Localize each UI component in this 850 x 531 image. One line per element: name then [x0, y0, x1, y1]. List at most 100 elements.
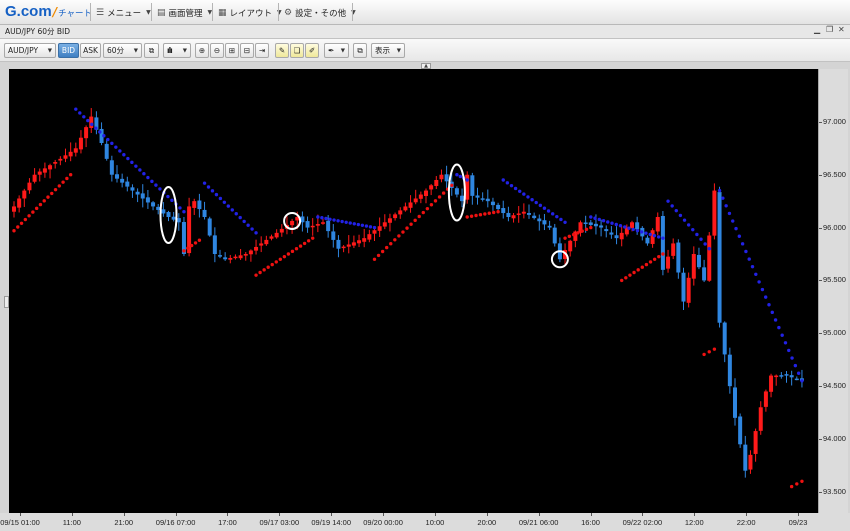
candle-body — [130, 187, 135, 191]
menu-divider — [212, 3, 213, 21]
candle-body — [248, 250, 253, 255]
split-layout-button[interactable]: ⊞ — [225, 43, 239, 58]
candle-body — [480, 198, 485, 200]
parabolic-sar-dot — [437, 195, 442, 199]
gcom-chart-logo[interactable]: G.com / チャート — [5, 3, 92, 21]
candle-body — [233, 256, 238, 259]
bid-toggle[interactable]: BID — [58, 43, 79, 58]
candle-body — [542, 220, 547, 225]
chart-window-titlebar: AUD/JPY 60分 BID ▁ ❐ ✕ — [0, 25, 850, 39]
parabolic-sar-dot — [780, 333, 784, 337]
candle-body — [156, 206, 161, 210]
time-axis-label: 09/15 01:00 — [0, 518, 40, 527]
currency-pair-value: AUD/JPY — [8, 46, 39, 55]
candle-body — [774, 375, 779, 378]
time-axis-tick — [175, 513, 177, 516]
time-axis[interactable]: 09/15 01:00 11:00 21:00 09/16 07:00 17:00 09/… — [0, 513, 850, 531]
parabolic-sar-dot — [429, 203, 434, 207]
parabolic-sar-dot — [214, 192, 219, 197]
parabolic-sar-dot — [182, 210, 186, 214]
candle-body — [743, 444, 748, 471]
parabolic-sar-dot — [627, 226, 631, 230]
parabolic-sar-dot — [409, 222, 413, 226]
parabolic-sar-dot — [206, 185, 211, 189]
price-axis[interactable]: 93.500 94.000 94.500 95.000 95.500 96.000 96.5… — [818, 69, 848, 513]
object-list-button[interactable]: ⧉ — [353, 43, 367, 58]
candle-body — [264, 239, 269, 245]
time-axis-label: 09/17 03:00 — [259, 518, 300, 527]
candle-body — [758, 407, 763, 431]
price-axis-tick — [819, 439, 822, 440]
chevron-down-icon: ▼ — [340, 47, 345, 54]
parabolic-sar-dot — [522, 192, 526, 196]
layout-button[interactable]: ▦ レイアウト ▼ — [218, 0, 282, 25]
parabolic-sar-dot — [754, 272, 758, 276]
parabolic-sar-dot — [763, 295, 768, 299]
copy-window-button[interactable]: ⧉ — [144, 43, 159, 58]
candle-body — [691, 254, 696, 279]
price-axis-tick — [819, 491, 822, 493]
line-tool-select[interactable]: ✒ ▼ — [324, 43, 349, 58]
parabolic-sar-dot — [110, 141, 114, 146]
candle-body — [135, 191, 140, 195]
zoom-in-button[interactable]: ⊕ — [195, 43, 209, 58]
parabolic-sar-dot — [126, 156, 130, 161]
parabolic-sar-dot — [282, 254, 287, 259]
parabolic-sar-dot — [632, 270, 636, 275]
drawing-tool-button-1[interactable]: ✎ — [275, 43, 289, 58]
parabolic-sar-dot — [635, 228, 640, 233]
parabolic-sar-dot — [266, 265, 270, 269]
candle-body — [212, 235, 217, 254]
screen-manage-label: 画面管理 — [168, 8, 203, 19]
parabolic-sar-dot — [389, 242, 393, 246]
pen-icon: ✒ — [328, 46, 335, 55]
minimize-icon[interactable]: ▁ — [814, 25, 820, 34]
compare-button[interactable]: ⊟ — [240, 43, 254, 58]
ask-toggle[interactable]: ASK — [80, 43, 101, 58]
chart-type-select[interactable]: ılı ▼ — [163, 43, 191, 58]
candle-body — [125, 181, 130, 187]
candlestick-chart[interactable] — [9, 69, 818, 513]
candle-body — [78, 137, 83, 150]
scroll-end-icon: ⇥ — [258, 46, 266, 55]
screen-manage-button[interactable]: ▤ 画面管理 ▼ — [157, 0, 212, 25]
parabolic-sar-dot — [340, 219, 344, 224]
settings-button[interactable]: ⚙ 設定・その他 ▼ — [284, 0, 356, 25]
parabolic-sar-dot — [747, 257, 751, 261]
parabolic-sar-dot — [593, 216, 597, 220]
parabolic-sar-dot — [393, 238, 397, 242]
parabolic-sar-dot — [666, 199, 670, 203]
menu-button[interactable]: ☰ メニュー ▼ — [96, 0, 151, 25]
parabolic-sar-dot — [34, 206, 39, 211]
screen-icon: ▤ — [157, 7, 166, 18]
parabolic-sar-dot — [496, 210, 500, 214]
display-menu-button[interactable]: 表示 ▼ — [371, 43, 405, 58]
timeframe-select[interactable]: 60分 ▼ — [103, 43, 142, 58]
candle-body — [274, 232, 279, 238]
zoom-out-button[interactable]: ⊖ — [210, 43, 224, 58]
drawing-tool-button-2[interactable]: ❏ — [290, 43, 304, 58]
price-axis-tick — [819, 386, 822, 388]
parabolic-sar-dot — [254, 273, 258, 277]
currency-pair-select[interactable]: AUD/JPY ▼ — [4, 43, 56, 58]
parabolic-sar-dot — [538, 203, 543, 208]
pencil-icon: ✎ — [278, 46, 286, 55]
restore-icon[interactable]: ❐ — [826, 25, 833, 34]
price-chart-area[interactable] — [9, 69, 818, 513]
time-axis-label: 16:00 — [581, 518, 600, 527]
parabolic-sar-dot — [405, 226, 409, 230]
candle-body — [748, 454, 753, 470]
scroll-end-button[interactable]: ⇥ — [255, 43, 269, 58]
close-icon[interactable]: ✕ — [838, 25, 845, 34]
parabolic-sar-dot — [230, 208, 234, 212]
time-axis-label: 09/23 — [788, 518, 808, 527]
time-axis-label: 21:00 — [114, 518, 134, 527]
time-axis-label: 09/21 06:00 — [518, 518, 559, 527]
candle-body — [604, 229, 609, 232]
parabolic-sar-dot — [450, 183, 454, 187]
drawing-tool-button-3[interactable]: ✐ — [305, 43, 319, 58]
time-axis-tick — [798, 513, 799, 516]
candle-body — [32, 174, 37, 182]
grid-icon: ⊞ — [228, 46, 236, 55]
candle-body — [326, 220, 331, 232]
